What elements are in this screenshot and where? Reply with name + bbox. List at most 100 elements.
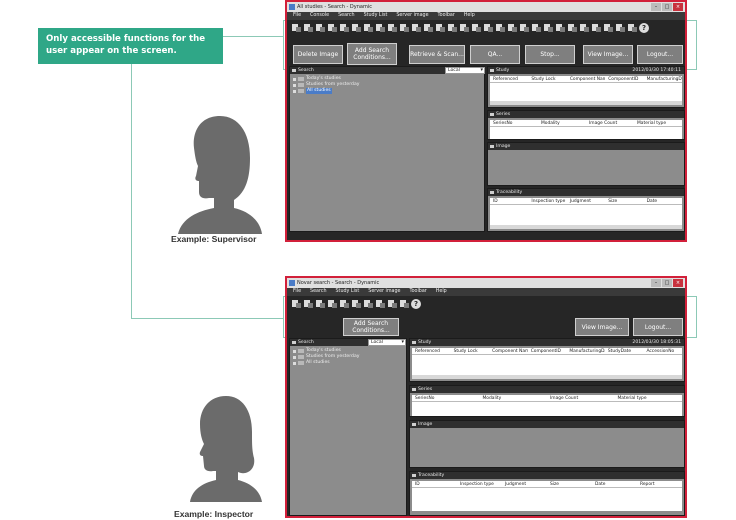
qa-button[interactable]: QA... <box>470 45 520 64</box>
filter-add-icon[interactable] <box>303 299 314 309</box>
series-icon[interactable] <box>351 299 362 309</box>
compare-icon[interactable] <box>555 23 566 33</box>
column-header[interactable]: ManufacturingDa <box>644 76 682 82</box>
study-table[interactable]: Referenced Study Lock Component Name Com… <box>412 348 682 375</box>
logout-button[interactable]: Logout... <box>637 45 683 64</box>
add-search-conditions-button[interactable]: Add Search Conditions... <box>347 43 397 65</box>
delete-image-button[interactable]: Delete Image <box>293 45 343 64</box>
study-icon[interactable] <box>303 23 314 33</box>
column-header[interactable]: ID <box>490 198 528 204</box>
menu-study-list[interactable]: Study List <box>336 288 360 296</box>
settings-icon[interactable] <box>579 23 590 33</box>
traceability-table[interactable]: ID Inspection type Judgment Size Date Re… <box>412 481 682 511</box>
help-icon[interactable]: ? <box>639 23 649 33</box>
filter-remove-icon[interactable] <box>315 299 326 309</box>
traceability-table[interactable]: ID Inspection type Judgment Size Date <box>490 198 682 225</box>
tile-icon[interactable] <box>603 23 614 33</box>
view-icon[interactable] <box>591 23 602 33</box>
study-scrollbar[interactable] <box>412 375 682 379</box>
column-header[interactable]: AccessionNo <box>643 348 682 354</box>
print-icon[interactable] <box>423 23 434 33</box>
layout-icon[interactable] <box>567 23 578 33</box>
column-header[interactable]: Image Count <box>586 120 634 126</box>
traceability-scrollbar[interactable] <box>490 225 682 229</box>
logout-button[interactable]: Logout... <box>633 318 683 336</box>
merge-icon[interactable] <box>507 23 518 33</box>
maximize-button[interactable]: □ <box>662 3 672 11</box>
column-header[interactable]: Modality <box>480 395 548 401</box>
minimize-button[interactable]: – <box>651 3 661 11</box>
filter-remove-icon[interactable] <box>351 23 362 33</box>
menu-console[interactable]: Console <box>310 12 329 20</box>
series-icon[interactable] <box>315 23 326 33</box>
menu-help[interactable]: Help <box>464 12 475 20</box>
column-header[interactable]: Inspection type <box>528 198 566 204</box>
column-header[interactable]: Size <box>547 481 592 487</box>
menu-server-image[interactable]: Server image <box>396 12 428 20</box>
open-icon[interactable] <box>291 23 302 33</box>
column-header[interactable]: ComponentID <box>528 348 567 354</box>
stack-icon[interactable] <box>615 23 626 33</box>
column-header[interactable]: ManufacturingDate <box>566 348 605 354</box>
settings-icon[interactable] <box>399 299 410 309</box>
menu-file[interactable]: File <box>293 12 301 20</box>
column-header[interactable]: ID <box>412 481 457 487</box>
report-icon[interactable] <box>483 23 494 33</box>
add-search-conditions-button[interactable]: Add Search Conditions... <box>343 318 399 336</box>
tree-item-all[interactable]: All studies <box>293 88 359 94</box>
report-icon[interactable] <box>387 299 398 309</box>
copy-icon[interactable] <box>543 23 554 33</box>
qa-icon[interactable] <box>471 23 482 33</box>
view-icon[interactable] <box>363 299 374 309</box>
stop-button[interactable]: Stop... <box>525 45 575 64</box>
study-table[interactable]: Referenced Study Lock Component Name Com… <box>490 76 682 101</box>
minimize-button[interactable]: – <box>651 279 661 287</box>
column-header[interactable]: StudyDate <box>605 348 644 354</box>
column-header[interactable]: Image Count <box>547 395 615 401</box>
filter-clear-icon[interactable] <box>363 23 374 33</box>
menu-study-list[interactable]: Study List <box>364 12 388 20</box>
import-icon[interactable] <box>399 23 410 33</box>
source-select[interactable]: Local <box>368 339 406 346</box>
column-header[interactable]: Material type <box>615 395 683 401</box>
study-icon[interactable] <box>339 299 350 309</box>
column-header[interactable]: SeriesNo <box>490 120 538 126</box>
column-header[interactable]: ComponentID <box>605 76 643 82</box>
filter-icon[interactable] <box>291 299 302 309</box>
menu-help[interactable]: Help <box>436 288 447 296</box>
close-button[interactable]: × <box>673 279 683 287</box>
tree-item-all[interactable]: All studies <box>293 360 359 366</box>
menu-toolbar[interactable]: Toolbar <box>438 12 455 20</box>
send-icon[interactable] <box>387 23 398 33</box>
column-header[interactable]: Referenced <box>490 76 528 82</box>
menu-toolbar[interactable]: Toolbar <box>409 288 426 296</box>
column-header[interactable]: Judgment <box>567 198 605 204</box>
filter-add-icon[interactable] <box>339 23 350 33</box>
column-header[interactable]: Component Name <box>567 76 605 82</box>
column-header[interactable]: Material type <box>634 120 682 126</box>
unlock-icon[interactable] <box>459 23 470 33</box>
column-header[interactable]: Component Name <box>489 348 528 354</box>
column-header[interactable]: Date <box>644 198 682 204</box>
view-image-button[interactable]: View Image... <box>575 318 629 336</box>
menu-search[interactable]: Search <box>338 12 354 20</box>
move-icon[interactable] <box>531 23 542 33</box>
help-icon[interactable]: ? <box>411 299 421 309</box>
column-header[interactable]: Referenced <box>412 348 451 354</box>
menu-search[interactable]: Search <box>310 288 326 296</box>
layout-icon[interactable] <box>375 299 386 309</box>
series-table[interactable]: SeriesNo Modality Image Count Material t… <box>490 120 682 139</box>
export-icon[interactable] <box>411 23 422 33</box>
column-header[interactable]: SeriesNo <box>412 395 480 401</box>
study-scrollbar[interactable] <box>490 101 682 105</box>
close-button[interactable]: × <box>673 3 683 11</box>
network-icon[interactable] <box>627 23 638 33</box>
burn-icon[interactable] <box>495 23 506 33</box>
view-image-button[interactable]: View Image... <box>583 45 633 64</box>
menu-file[interactable]: File <box>293 288 301 296</box>
delete-icon[interactable] <box>435 23 446 33</box>
column-header[interactable]: Date <box>592 481 637 487</box>
column-header[interactable]: Judgment <box>502 481 547 487</box>
retrieve-scan-button[interactable]: Retrieve & Scan... <box>409 45 465 64</box>
filter-clear-icon[interactable] <box>327 299 338 309</box>
